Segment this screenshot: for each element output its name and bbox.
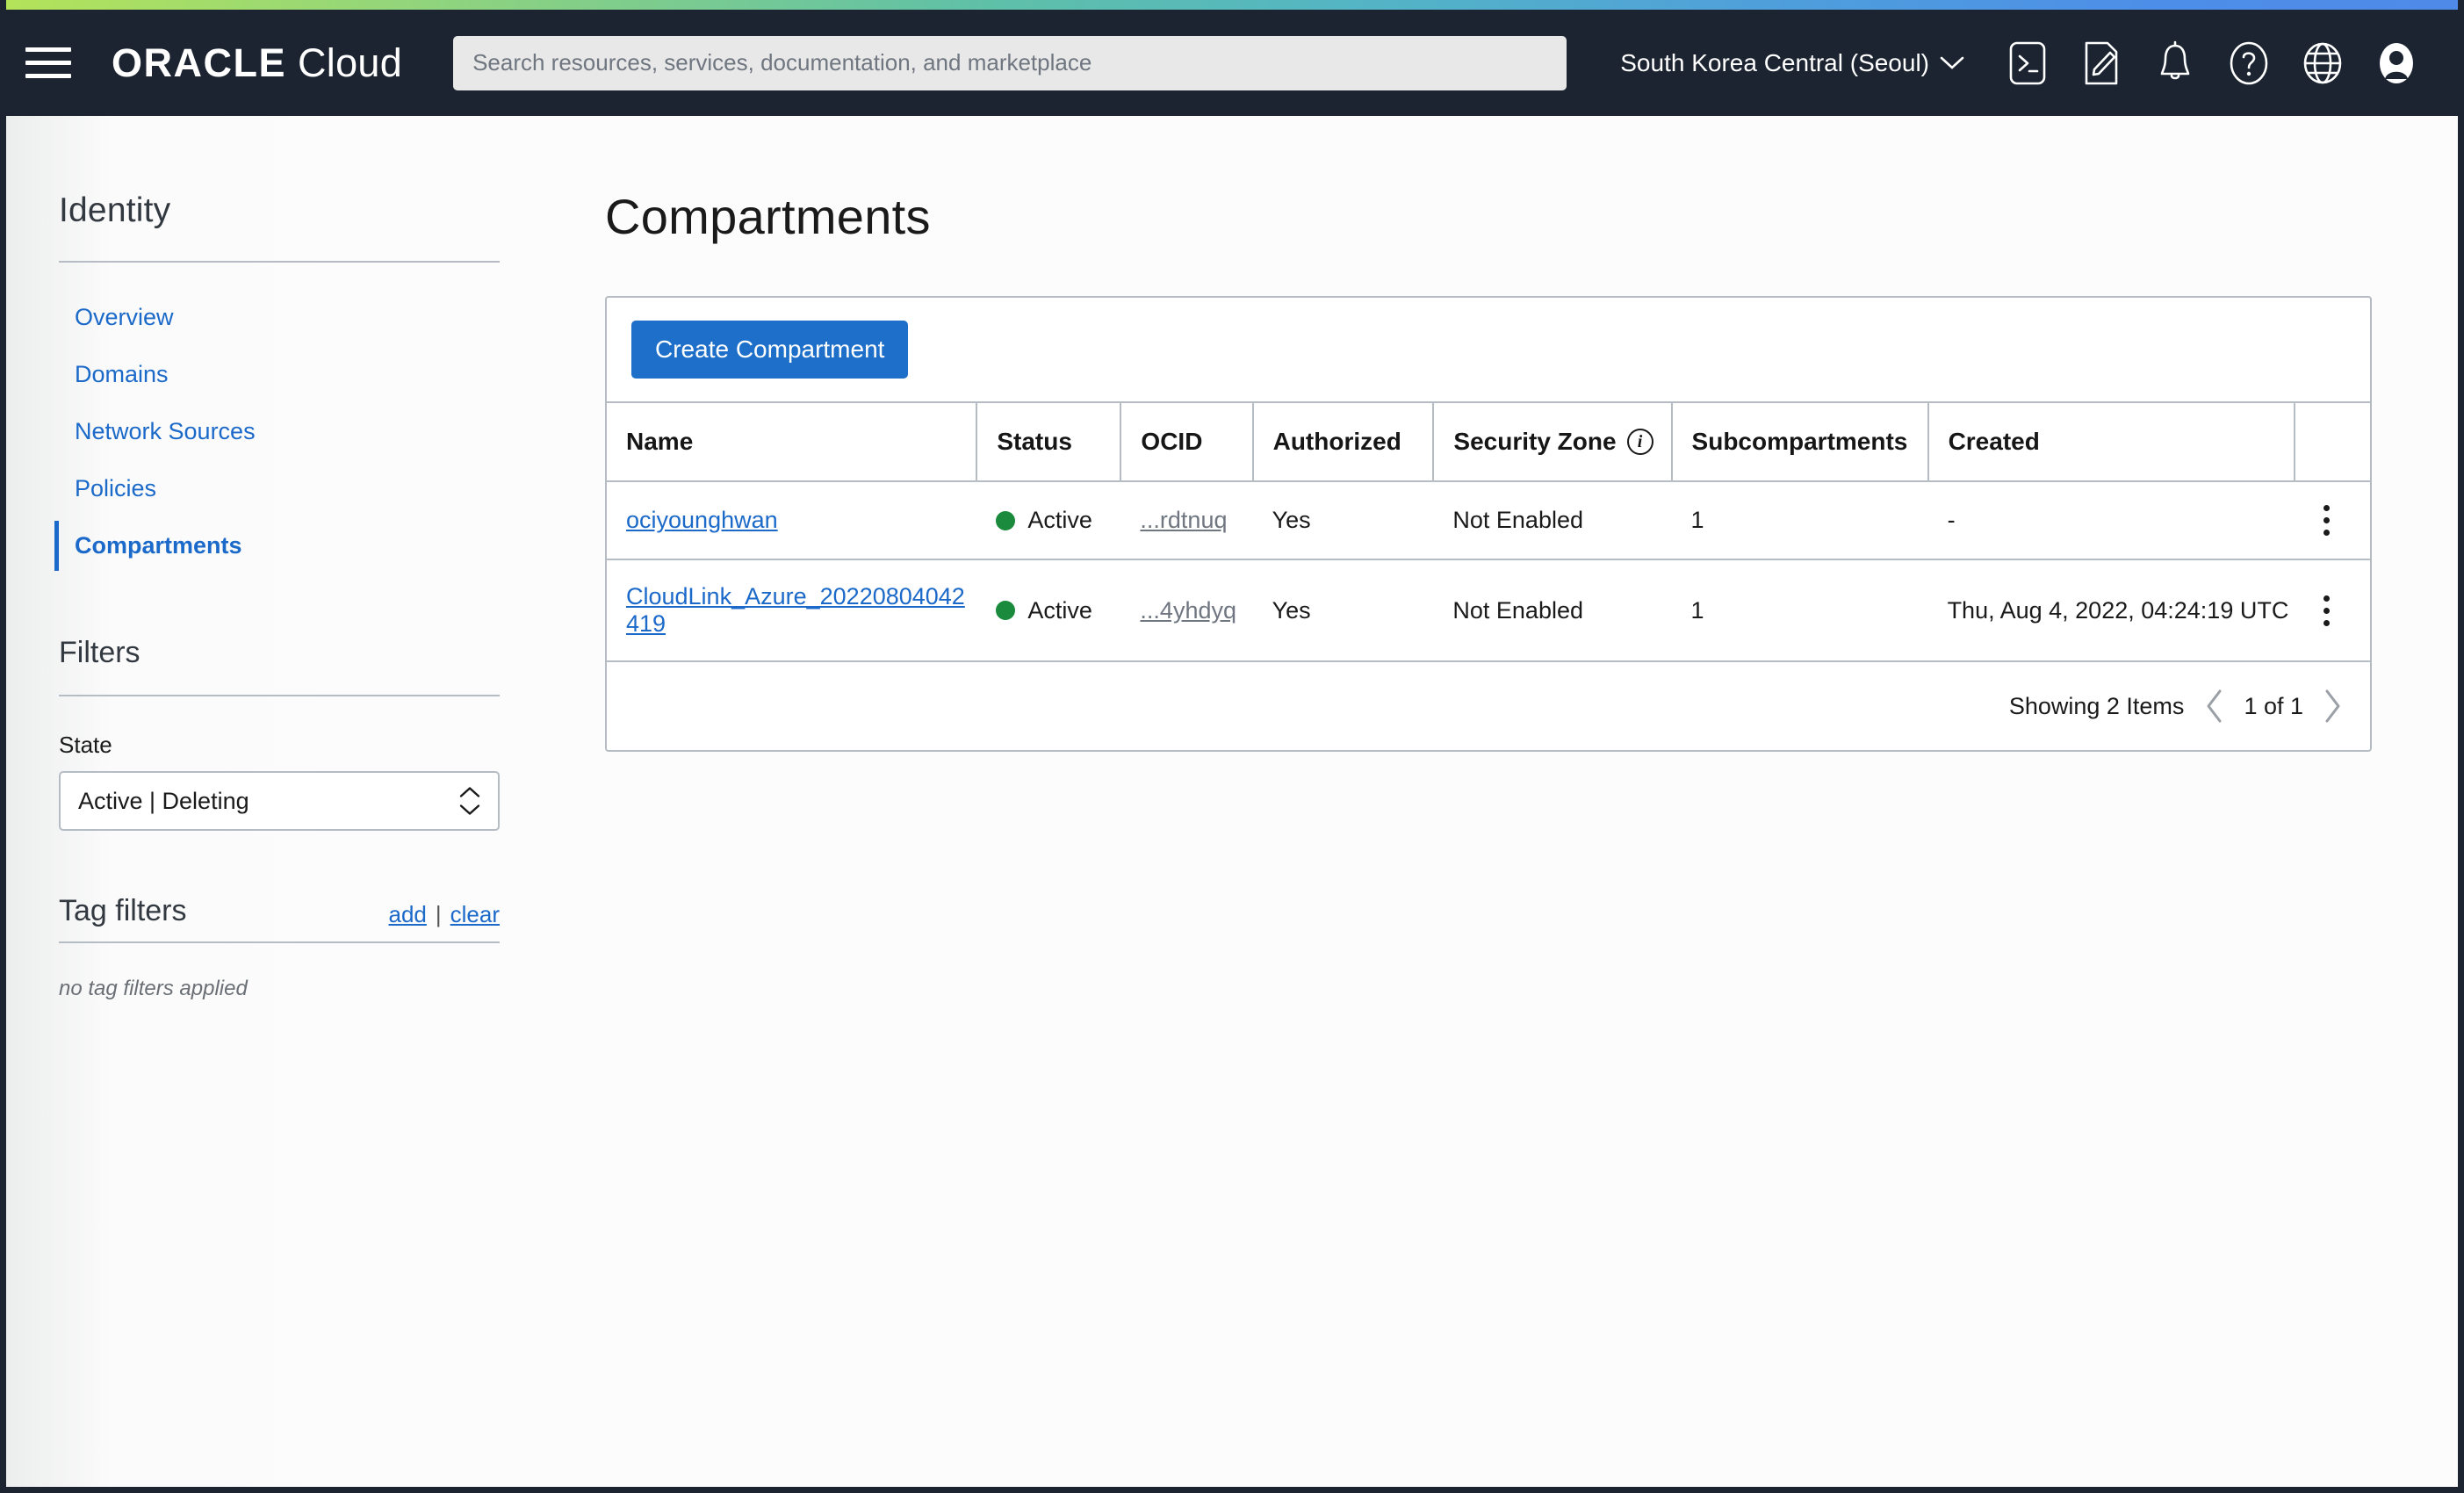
cell-actions: [2294, 559, 2370, 662]
sidebar-item-network-sources[interactable]: Network Sources: [59, 403, 500, 460]
column-header-security-zone[interactable]: Security Zone i: [1433, 401, 1673, 482]
sidebar-item-compartments[interactable]: Compartments: [54, 517, 500, 574]
pagination-controls: 1 of 1: [2203, 689, 2344, 724]
logo-cloud-text: Cloud: [298, 40, 403, 85]
cell-name: ociyounghwan: [607, 481, 977, 560]
table-row: CloudLink_Azure_20220804042419 Active ..…: [607, 559, 2370, 662]
tag-filters-divider: [59, 941, 500, 943]
tag-filters-actions: add | clear: [388, 901, 500, 928]
cell-ocid: ...rdtnuq: [1120, 481, 1253, 560]
table-header-row: Name Status OCID Authorized Security Zon…: [607, 401, 2370, 482]
tag-filter-add-link[interactable]: add: [388, 901, 426, 928]
tag-filters-row: Tag filters add | clear: [59, 894, 500, 928]
sidebar-item-policies[interactable]: Policies: [59, 460, 500, 517]
region-selector[interactable]: South Korea Central (Seoul): [1594, 49, 1991, 77]
cell-authorized: Yes: [1252, 559, 1434, 662]
ocid-link[interactable]: ...rdtnuq: [1140, 507, 1227, 533]
sidebar-item-overview[interactable]: Overview: [59, 289, 500, 346]
no-tag-filters-message: no tag filters applied: [59, 977, 248, 1000]
compartments-panel: Create Compartment Name Status OCID Auth…: [605, 296, 2372, 752]
global-search-box[interactable]: [453, 35, 1567, 90]
filters-heading: Filters: [59, 636, 140, 669]
tag-filter-separator: |: [435, 901, 442, 927]
oracle-cloud-logo[interactable]: ORACLE Cloud: [112, 40, 402, 86]
status-dot-icon: [996, 510, 1016, 530]
chevron-right-icon[interactable]: [2321, 689, 2344, 724]
cell-authorized: Yes: [1252, 481, 1434, 560]
cell-subcompartments: 1: [1671, 559, 1928, 662]
region-label: South Korea Central (Seoul): [1620, 48, 1929, 76]
cell-security-zone: Not Enabled: [1433, 559, 1672, 662]
column-header-security-zone-label: Security Zone: [1453, 428, 1617, 455]
cell-actions: [2294, 481, 2370, 560]
table-header: Name Status OCID Authorized Security Zon…: [607, 401, 2370, 482]
state-filter-label: State: [59, 732, 112, 758]
sidebar-item-domains[interactable]: Domains: [59, 346, 500, 403]
ocid-link[interactable]: ...4yhdyq: [1140, 597, 1236, 624]
status-dot-icon: [996, 601, 1016, 620]
status-label: Active: [1027, 596, 1092, 624]
compartments-table: Name Status OCID Authorized Security Zon…: [607, 401, 2370, 662]
search-input[interactable]: [472, 49, 1548, 76]
top-nav-right-group: South Korea Central (Seoul): [1594, 32, 2433, 94]
column-header-subcompartments[interactable]: Subcompartments: [1671, 401, 1929, 482]
state-filter-value: Active | Deleting: [78, 787, 249, 814]
table-footer: Showing 2 Items 1 of 1: [607, 662, 2370, 750]
column-header-status[interactable]: Status: [976, 401, 1122, 482]
main-content: Compartments Create Compartment Name Sta…: [552, 116, 2458, 1487]
cell-security-zone: Not Enabled: [1433, 481, 1672, 560]
create-compartment-button[interactable]: Create Compartment: [631, 321, 909, 379]
logo-oracle-text: ORACLE: [112, 40, 286, 85]
cell-subcompartments: 1: [1671, 481, 1928, 560]
notifications-bell-icon[interactable]: [2138, 32, 2212, 94]
edit-icon[interactable]: [2064, 32, 2138, 94]
table-row: ociyounghwan Active ...rdtnuq Yes Not En…: [607, 481, 2370, 560]
sidebar-heading: Identity: [59, 191, 171, 229]
cell-status: Active: [976, 481, 1121, 560]
row-actions-menu-icon[interactable]: [2314, 505, 2340, 536]
panel-toolbar: Create Compartment: [607, 298, 2370, 401]
compartment-name-link[interactable]: ociyounghwan: [626, 507, 778, 533]
sidebar-divider: [59, 261, 500, 263]
compartment-name-link[interactable]: CloudLink_Azure_20220804042419: [626, 583, 965, 637]
cloud-shell-icon[interactable]: [1991, 32, 2064, 94]
brand-gradient-strip: [6, 0, 2458, 10]
cell-created: Thu, Aug 4, 2022, 04:24:19 UTC: [1927, 559, 2295, 662]
top-navigation-bar: ORACLE Cloud South Korea Central (Seoul): [6, 10, 2458, 116]
cell-created: -: [1927, 481, 2295, 560]
column-header-name[interactable]: Name: [607, 401, 978, 482]
column-header-authorized[interactable]: Authorized: [1252, 401, 1435, 482]
status-label: Active: [1027, 507, 1092, 533]
cell-name: CloudLink_Azure_20220804042419: [607, 559, 977, 662]
showing-items-label: Showing 2 Items: [2008, 692, 2185, 719]
column-header-created[interactable]: Created: [1927, 401, 2295, 482]
hamburger-menu-icon[interactable]: [25, 44, 71, 83]
filters-divider: [59, 695, 500, 696]
sidebar-nav-list: Overview Domains Network Sources Policie…: [54, 289, 500, 574]
chevron-left-icon[interactable]: [2203, 689, 2226, 724]
page-body: Identity Overview Domains Network Source…: [6, 116, 2458, 1487]
tag-filter-clear-link[interactable]: clear: [450, 901, 500, 928]
column-header-ocid[interactable]: OCID: [1120, 401, 1254, 482]
page-title: Compartments: [605, 189, 931, 244]
cell-ocid: ...4yhdyq: [1120, 559, 1253, 662]
language-globe-icon[interactable]: [2286, 32, 2360, 94]
stepper-arrows-icon: [459, 787, 480, 816]
page-indicator: 1 of 1: [2244, 692, 2303, 719]
cell-status: Active: [976, 559, 1121, 662]
table-body: ociyounghwan Active ...rdtnuq Yes Not En…: [607, 481, 2370, 662]
user-avatar-icon[interactable]: [2360, 32, 2433, 94]
info-icon[interactable]: i: [1626, 429, 1653, 455]
column-header-actions: [2294, 401, 2370, 482]
tag-filters-heading: Tag filters: [59, 894, 187, 927]
app-window: ORACLE Cloud South Korea Central (Seoul): [0, 0, 2464, 1493]
state-filter-select[interactable]: Active | Deleting: [59, 771, 500, 831]
sidebar: Identity Overview Domains Network Source…: [6, 116, 552, 1487]
help-icon[interactable]: [2212, 32, 2286, 94]
chevron-down-icon: [1940, 56, 1964, 69]
row-actions-menu-icon[interactable]: [2314, 595, 2340, 626]
